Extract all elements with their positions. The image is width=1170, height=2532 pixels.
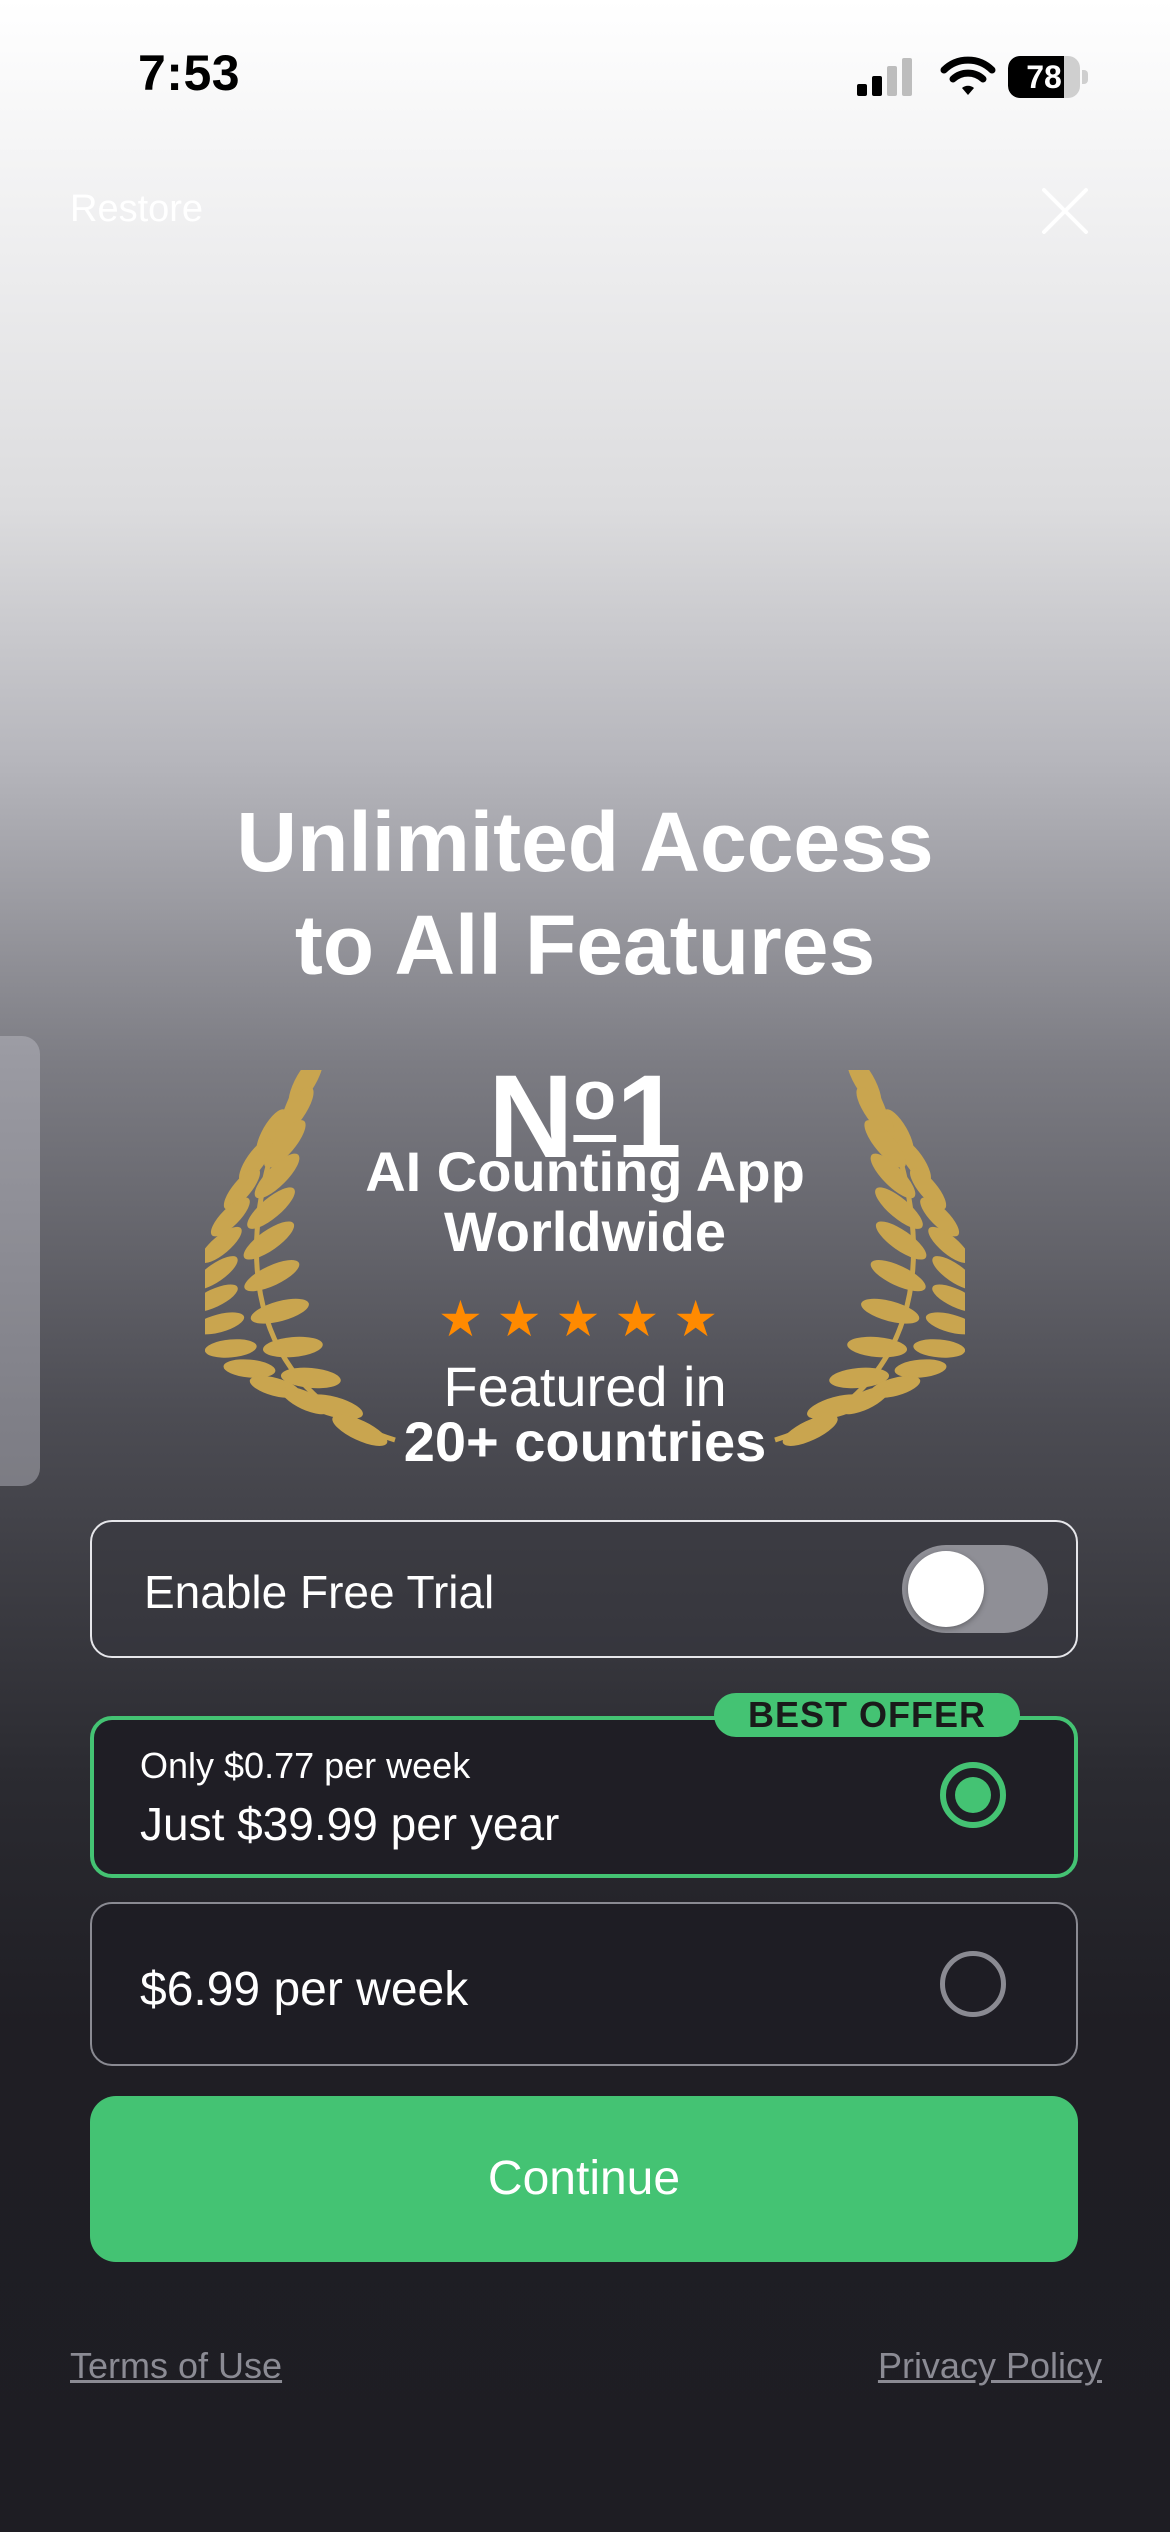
best-offer-badge: BEST OFFER	[714, 1693, 1020, 1737]
star-rating: ★★★★★	[437, 1291, 733, 1347]
battery-icon: 78	[1008, 56, 1088, 98]
plan-yearly-radio[interactable]	[940, 1762, 1006, 1828]
plan-yearly-title: Just $39.99 per year	[140, 1798, 560, 1850]
toggle-knob	[908, 1551, 984, 1627]
battery-level: 78	[1026, 59, 1062, 95]
restore-button[interactable]: Restore	[70, 188, 203, 231]
continue-button[interactable]: Continue	[90, 2096, 1078, 2262]
featured-countries: 20+ countries	[403, 1410, 767, 1473]
wifi-icon	[940, 56, 996, 95]
headline-line-2: to All Features	[294, 898, 876, 992]
headline-line-1: Unlimited Access	[236, 795, 934, 889]
plan-weekly-radio[interactable]	[940, 1951, 1006, 2017]
status-time: 7:53	[138, 45, 241, 101]
close-icon[interactable]	[1040, 186, 1090, 236]
free-trial-label: Enable Free Trial	[144, 1566, 495, 1618]
plan-weekly-title: $6.99 per week	[140, 1963, 469, 2016]
free-trial-toggle[interactable]	[902, 1545, 1048, 1633]
plan-yearly-subtitle: Only $0.77 per week	[140, 1745, 471, 1786]
award-title-line-1: AI Counting App	[365, 1140, 805, 1203]
cellular-signal-icon	[857, 58, 912, 96]
privacy-policy-link[interactable]: Privacy Policy	[878, 2345, 1102, 2387]
terms-of-use-link[interactable]: Terms of Use	[70, 2345, 282, 2387]
award-title-line-2: Worldwide	[443, 1200, 727, 1263]
